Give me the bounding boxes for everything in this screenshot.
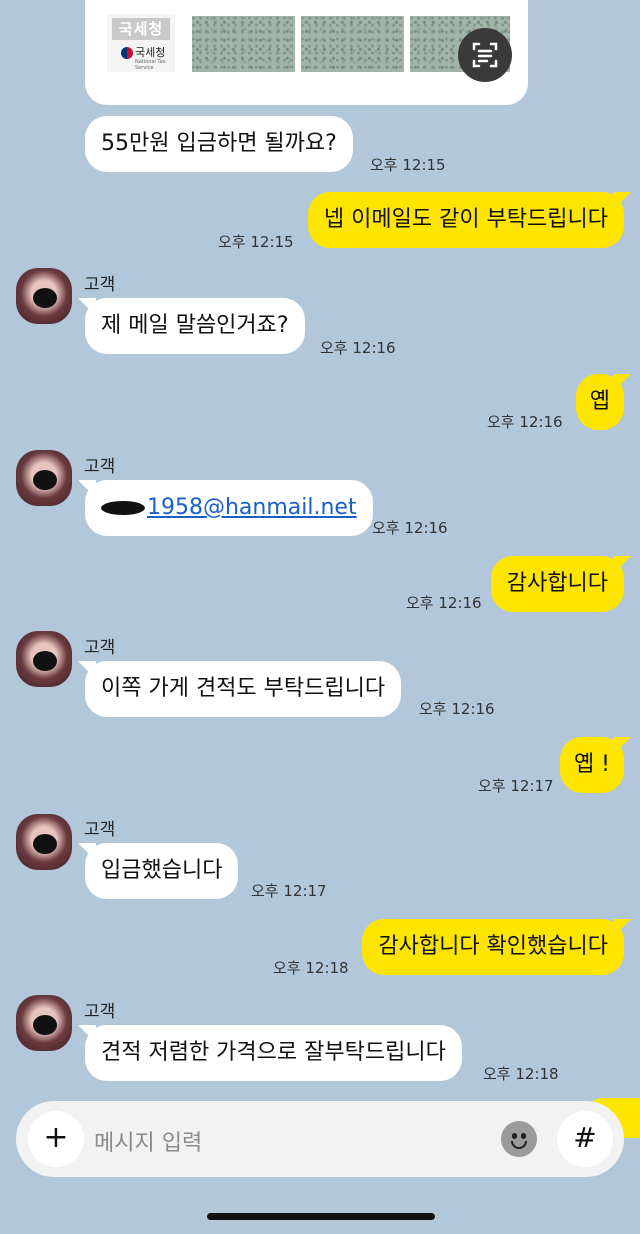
- plus-icon: +: [43, 1120, 69, 1155]
- home-indicator: [207, 1213, 435, 1220]
- message-bubble-incoming[interactable]: 제 메일 말씀인거죠?: [85, 298, 305, 354]
- message-bubble-outgoing[interactable]: 넵 이메일도 같이 부탁드립니다: [307, 192, 624, 248]
- message-bubble-incoming[interactable]: 55만원 입금하면 될까요?: [85, 116, 353, 172]
- message-time: 오후 12:16: [406, 594, 482, 612]
- stamp-image: [301, 16, 406, 72]
- sender-name: 고객: [84, 820, 116, 840]
- hash-icon: #: [573, 1121, 597, 1154]
- text-scan-button[interactable]: [458, 28, 512, 82]
- message-bubble-outgoing[interactable]: 옙: [575, 374, 624, 430]
- redaction-scribble: [101, 501, 145, 515]
- sender-name: 고객: [84, 275, 116, 295]
- message-bubble-outgoing[interactable]: 감사합니다 확인했습니다: [362, 919, 624, 975]
- message-time: 오후 12:17: [251, 882, 327, 900]
- sender-avatar[interactable]: [16, 995, 72, 1051]
- sender-avatar[interactable]: [16, 450, 72, 506]
- scan-text-icon: [472, 42, 498, 68]
- message-bubble-incoming[interactable]: 입금했습니다: [85, 843, 239, 899]
- sender-avatar[interactable]: [16, 631, 72, 687]
- message-time: 오후 12:16: [419, 700, 495, 718]
- nts-logo-label: 국세청: [135, 46, 166, 59]
- image-attachment[interactable]: 국세청 국세청 National Tax Service: [85, 0, 528, 105]
- message-bubble-incoming[interactable]: 이쪽 가게 견적도 부탁드립니다: [85, 661, 402, 717]
- message-time: 오후 12:15: [370, 156, 446, 174]
- message-time: 오후 12:16: [320, 339, 396, 357]
- sender-name: 고객: [84, 457, 116, 477]
- sender-name: 고객: [84, 1002, 116, 1022]
- emoji-icon: [512, 1133, 517, 1139]
- message-bubble-incoming[interactable]: 견적 저렴한 가격으로 잘부탁드립니다: [85, 1025, 462, 1081]
- message-input[interactable]: 메시지 입력: [94, 1125, 202, 1157]
- taegeuk-logo-icon: [121, 47, 133, 59]
- message-time: 오후 12:16: [487, 413, 563, 431]
- sender-name: 고객: [84, 638, 116, 658]
- message-time: 오후 12:17: [478, 777, 554, 795]
- nts-logo-sub: National Tax Service: [135, 59, 166, 71]
- hashtag-search-button[interactable]: #: [557, 1111, 613, 1167]
- sender-avatar[interactable]: [16, 814, 72, 870]
- stamp-image: [192, 16, 297, 72]
- message-input-bar: + 메시지 입력 #: [16, 1101, 624, 1177]
- message-bubble-outgoing[interactable]: 옙 !: [559, 737, 624, 793]
- nts-stamp: 국세청: [112, 18, 170, 40]
- message-time: 오후 12:15: [218, 233, 294, 251]
- sender-avatar[interactable]: [16, 268, 72, 324]
- message-time: 오후 12:18: [273, 959, 349, 977]
- emoji-button[interactable]: [501, 1121, 537, 1157]
- add-button[interactable]: +: [28, 1111, 84, 1167]
- nts-certificate-logo: 국세청 국세청 National Tax Service: [107, 14, 175, 72]
- message-time: 오후 12:18: [483, 1065, 559, 1083]
- message-bubble-incoming[interactable]: 1958@hanmail.net: [85, 480, 373, 536]
- message-time: 오후 12:16: [372, 519, 448, 537]
- email-link[interactable]: 1958@hanmail.net: [147, 495, 357, 520]
- message-bubble-outgoing[interactable]: 감사합니다: [490, 556, 624, 612]
